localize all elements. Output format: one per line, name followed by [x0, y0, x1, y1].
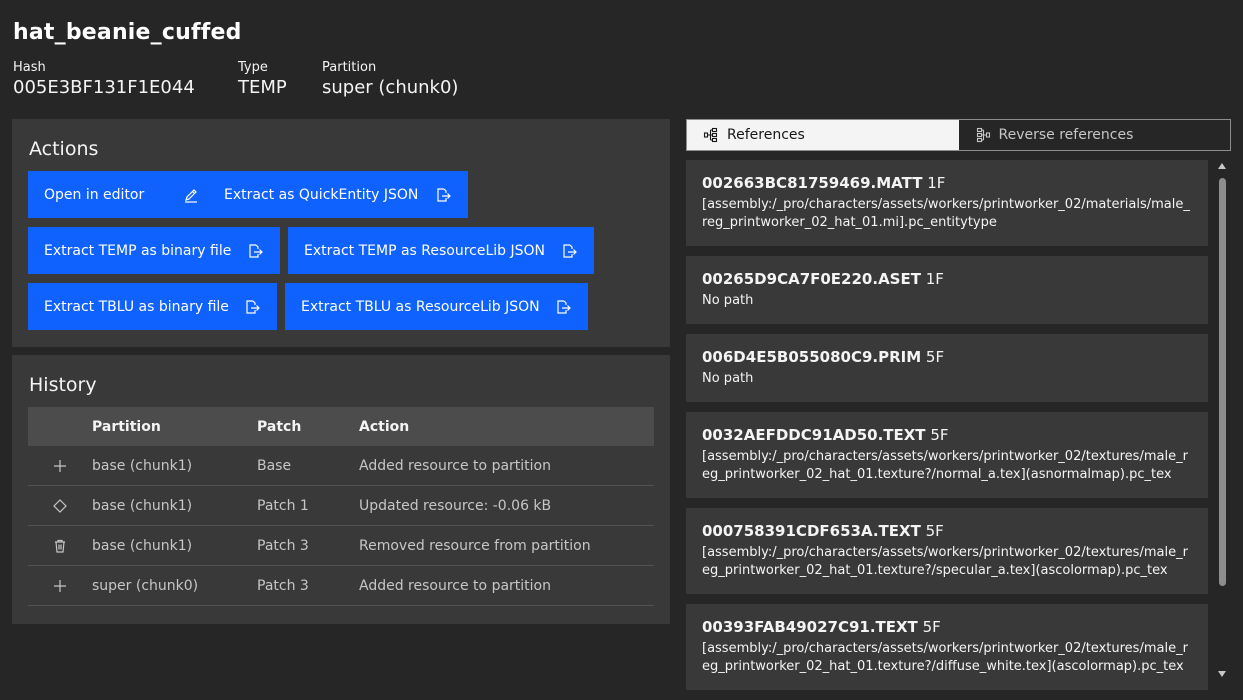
- trash-icon: [28, 539, 92, 553]
- row-action: Added resource to partition: [359, 457, 551, 474]
- export-icon: [247, 243, 263, 259]
- scroll-down-arrow-icon[interactable]: [1217, 670, 1227, 678]
- reference-path: [assembly:/_pro/characters/assets/worker…: [702, 545, 1188, 578]
- tab-references[interactable]: References: [687, 120, 959, 150]
- edit-icon: [183, 187, 199, 203]
- button-label: Extract TBLU as binary file: [44, 298, 229, 315]
- partition-meta: Partition super (chunk0): [322, 60, 458, 98]
- reference-flag: 5F: [925, 522, 944, 540]
- reference-path: [assembly:/_pro/characters/assets/worker…: [702, 197, 1190, 230]
- scroll-up-arrow-icon[interactable]: [1217, 162, 1227, 170]
- export-icon: [555, 299, 571, 315]
- tab-label: Reverse references: [998, 127, 1134, 143]
- reference-hash: 00265D9CA7F0E220.ASET: [702, 270, 921, 288]
- history-table-header: Partition Patch Action: [28, 407, 654, 446]
- button-label: Extract TEMP as binary file: [44, 242, 232, 259]
- hash-meta: Hash 005E3BF131F1E044: [13, 60, 195, 98]
- reference-card[interactable]: 00265D9CA7F0E220.ASET 1F No path: [686, 256, 1208, 324]
- button-label: Extract TEMP as ResourceLib JSON: [304, 242, 546, 259]
- reference-hash: 00393FAB49027C91.TEXT: [702, 618, 918, 636]
- extract-quickentity-json-button[interactable]: Extract as QuickEntity JSON: [208, 171, 468, 218]
- actions-title: Actions: [29, 138, 99, 160]
- table-row: base (chunk1) Base Added resource to par…: [28, 446, 654, 486]
- references-list: 002663BC81759469.MATT 1F [assembly:/_pro…: [686, 160, 1208, 700]
- reference-hash: 0032AEFDDC91AD50.TEXT: [702, 426, 926, 444]
- row-partition: super (chunk0): [92, 577, 199, 594]
- reference-card[interactable]: 006D4E5B055080C9.PRIM 5F No path: [686, 334, 1208, 402]
- type-value: TEMP: [238, 77, 287, 98]
- extract-temp-resourcelib-json-button[interactable]: Extract TEMP as ResourceLib JSON: [288, 227, 594, 274]
- row-patch: Patch 3: [257, 577, 309, 594]
- references-tabs: References Reverse references: [686, 119, 1231, 151]
- reference-card[interactable]: 00393FAB49027C91.TEXT 5F [assembly:/_pro…: [686, 604, 1208, 690]
- tree-reverse-icon: [975, 127, 991, 143]
- partition-label: Partition: [322, 60, 377, 75]
- row-action: Updated resource: -0.06 kB: [359, 497, 552, 514]
- table-row: base (chunk1) Patch 3 Removed resource f…: [28, 526, 654, 566]
- reference-card[interactable]: 0032AEFDDC91AD50.TEXT 5F [assembly:/_pro…: [686, 412, 1208, 498]
- row-patch: Base: [257, 457, 292, 474]
- reference-flag: 1F: [925, 270, 944, 288]
- column-header-partition[interactable]: Partition: [92, 419, 257, 435]
- history-panel: History Partition Patch Action base (chu…: [12, 355, 670, 624]
- reference-hash: 002663BC81759469.MATT: [702, 174, 923, 192]
- hash-value: 005E3BF131F1E044: [13, 77, 195, 98]
- reference-card[interactable]: 002663BC81759469.MATT 1F [assembly:/_pro…: [686, 160, 1208, 246]
- tree-icon: [703, 127, 719, 143]
- table-row: super (chunk0) Patch 3 Added resource to…: [28, 566, 654, 606]
- row-partition: base (chunk1): [92, 497, 193, 514]
- export-icon: [561, 243, 577, 259]
- export-icon: [435, 187, 451, 203]
- button-label: Extract TBLU as ResourceLib JSON: [301, 298, 540, 315]
- export-icon: [244, 299, 260, 315]
- history-title: History: [29, 374, 97, 396]
- page-title: hat_beanie_cuffed: [13, 20, 242, 45]
- extract-tblu-binary-button[interactable]: Extract TBLU as binary file: [28, 283, 277, 330]
- reference-path: No path: [702, 293, 754, 308]
- column-header-action[interactable]: Action: [359, 419, 654, 435]
- row-patch: Patch 3: [257, 537, 309, 554]
- actions-panel: Actions Open in editor Extract as QuickE…: [12, 119, 670, 347]
- reference-flag: 1F: [927, 174, 946, 192]
- extract-tblu-resourcelib-json-button[interactable]: Extract TBLU as ResourceLib JSON: [285, 283, 588, 330]
- row-action: Removed resource from partition: [359, 537, 591, 554]
- tab-label: References: [727, 127, 805, 143]
- row-patch: Patch 1: [257, 497, 309, 514]
- scrollbar-thumb[interactable]: [1219, 178, 1226, 586]
- reference-flag: 5F: [930, 426, 949, 444]
- button-label: Open in editor: [44, 186, 145, 203]
- diamond-icon: [28, 498, 92, 513]
- type-label: Type: [238, 60, 268, 75]
- row-partition: base (chunk1): [92, 457, 193, 474]
- reference-card[interactable]: 000758391CDF653A.TEXT 5F [assembly:/_pro…: [686, 508, 1208, 594]
- extract-temp-binary-button[interactable]: Extract TEMP as binary file: [28, 227, 280, 274]
- partition-value: super (chunk0): [322, 77, 459, 98]
- reference-path: [assembly:/_pro/characters/assets/worker…: [702, 449, 1188, 482]
- reference-path: [assembly:/_pro/characters/assets/worker…: [702, 641, 1188, 674]
- row-partition: base (chunk1): [92, 537, 193, 554]
- reference-flag: 5F: [925, 348, 945, 366]
- reference-path: No path: [702, 371, 754, 386]
- add-icon: [28, 579, 92, 593]
- table-row: base (chunk1) Patch 1 Updated resource: …: [28, 486, 654, 526]
- hash-label: Hash: [13, 60, 46, 75]
- tab-reverse-references[interactable]: Reverse references: [958, 120, 1230, 150]
- reference-hash: 000758391CDF653A.TEXT: [702, 522, 921, 540]
- type-meta: Type TEMP: [238, 60, 287, 98]
- reference-flag: 5F: [922, 618, 941, 636]
- column-header-patch[interactable]: Patch: [257, 419, 359, 435]
- button-label: Extract as QuickEntity JSON: [224, 186, 419, 203]
- references-scrollbar[interactable]: [1215, 160, 1229, 684]
- row-action: Added resource to partition: [359, 577, 551, 594]
- reference-hash: 006D4E5B055080C9.PRIM: [702, 348, 922, 366]
- add-icon: [28, 459, 92, 473]
- history-table: Partition Patch Action base (chunk1) Bas…: [28, 407, 654, 606]
- open-in-editor-button[interactable]: Open in editor: [28, 171, 216, 218]
